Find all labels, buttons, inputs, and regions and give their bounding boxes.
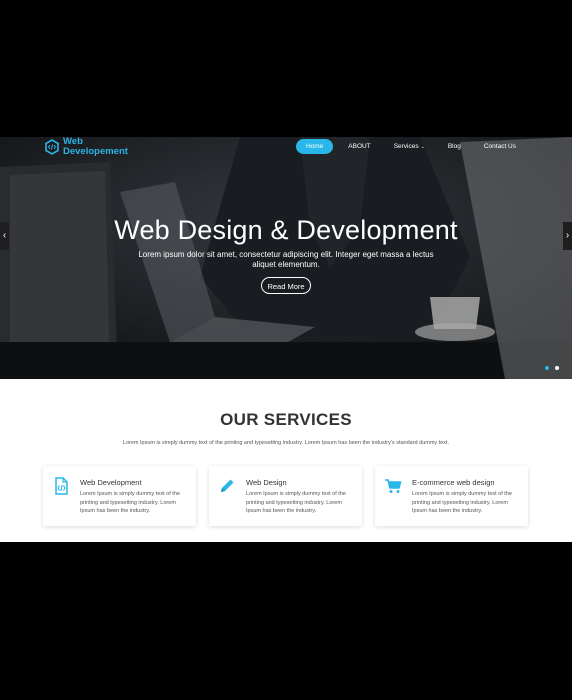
service-card-ecommerce[interactable]: E-commerce web design Lorem Ipsum is sim… [375,466,528,526]
pencil-icon [221,479,234,492]
chevron-left-icon: ‹ [2,230,7,241]
service-card-title: E-commerce web design [412,478,495,487]
nav-item-contact[interactable]: Contact Us [476,139,524,154]
chevron-right-icon: › [565,230,570,241]
site-logo[interactable]: Web Developement [44,137,128,157]
letterbox-bottom [0,542,572,700]
code-hexagon-icon [45,139,59,155]
service-card-text: Lorem Ipsum is simply dummy text of the … [246,491,346,514]
letterbox-top [0,0,572,137]
hero-title: Web Design & Development [114,215,458,245]
services-title: OUR SERVICES [220,410,352,429]
service-card-text: Lorem Ipsum is simply dummy text of the … [80,491,180,514]
slider-prev-arrow[interactable]: ‹ [0,222,9,250]
nav-item-home[interactable]: Home [295,139,334,154]
logo-text: Web Developement [63,137,128,157]
nav-item-services[interactable]: Services ⌄ [386,139,433,154]
slider-dots [545,366,559,370]
services-section: OUR SERVICES Lorem Ipsum is simply dummy… [0,379,572,542]
slider-dot-2[interactable] [555,366,559,370]
cart-icon [385,479,402,493]
nav-item-blog[interactable]: Blog [440,139,469,154]
nav-item-services-label: Services [393,143,419,150]
nav-item-about[interactable]: ABOUT [340,139,378,154]
services-description: Lorem Ipsum is simply dummy text of the … [122,440,450,446]
code-file-icon [55,477,68,495]
logo-line-2: Developement [63,146,128,157]
service-card-title: Web Design [246,478,287,487]
service-card-title: Web Development [80,478,142,487]
chevron-down-icon: ⌄ [420,144,425,150]
hero-subtitle: Lorem ipsum dolor sit amet, consectetur … [138,250,434,269]
main-nav: Home ABOUT Services ⌄ Blog Contact Us [289,139,524,154]
slider-next-arrow[interactable]: › [563,222,572,250]
service-card-web-development[interactable]: Web Development Lorem Ipsum is simply du… [43,466,196,526]
slider-dot-1[interactable] [545,366,549,370]
service-card-web-design[interactable]: Web Design Lorem Ipsum is simply dummy t… [209,466,362,526]
read-more-button[interactable]: Read More [261,277,311,294]
service-card-text: Lorem Ipsum is simply dummy text of the … [412,491,512,514]
